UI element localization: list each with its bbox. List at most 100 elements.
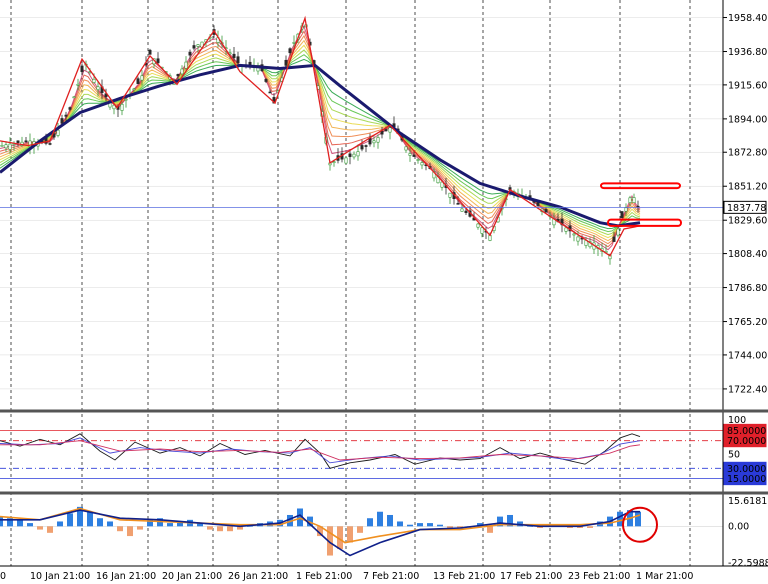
candle-body-414	[412, 154, 416, 157]
macd-tick-bottom: -22.5988	[728, 558, 768, 569]
candle-body-238	[236, 56, 240, 64]
time-tick-7: 13 Feb 21:00	[433, 571, 495, 582]
price-tick-5: 1851.20	[728, 182, 767, 193]
candle-body-334	[332, 161, 336, 163]
candle-body-182	[180, 68, 184, 75]
candle-body-450	[448, 192, 452, 198]
histogram-bar-21	[207, 526, 213, 530]
histogram-bar-12	[117, 526, 123, 532]
time-tick-3: 20 Jan 21:00	[162, 571, 222, 582]
candle-body-478	[476, 223, 480, 228]
time-tick-8: 17 Feb 21:00	[500, 571, 562, 582]
candle-body-290	[288, 48, 292, 54]
histogram-bar-7	[67, 513, 73, 527]
candle-body-354	[352, 153, 356, 158]
candle-body-614	[612, 236, 616, 242]
trading-chart[interactable]: 1958.40 1936.80 1915.60 1894.00 1872.80 …	[0, 0, 768, 584]
candle-body-142	[140, 75, 144, 81]
histogram-bar-23	[227, 526, 233, 532]
candle-body-126	[124, 98, 128, 101]
candle-body-634	[632, 197, 636, 203]
candle-body-466	[464, 210, 468, 213]
time-tick-5: 1 Feb 21:00	[296, 571, 352, 582]
candle-body-198	[196, 44, 200, 47]
candle-body-618	[616, 228, 620, 236]
candle-body-98	[96, 86, 100, 90]
candle-body-234	[232, 53, 236, 59]
candle-body-346	[344, 157, 348, 164]
histogram-bar-11	[107, 521, 113, 527]
candle-body-82	[80, 65, 84, 72]
candle-body-370	[368, 137, 372, 145]
candle-body-410	[408, 153, 412, 156]
candle-body-286	[284, 59, 288, 66]
histogram-bar-43	[427, 523, 433, 527]
candle-body-158	[156, 58, 160, 64]
macd-tick-zero: 0.00	[728, 521, 749, 532]
candle-body-538	[536, 202, 540, 206]
histogram-bar-2	[17, 519, 23, 527]
price-tick-4: 1872.80	[728, 148, 767, 159]
candle-body-622	[620, 211, 624, 219]
price-tick-0: 1958.40	[728, 13, 767, 24]
candle-body-190	[188, 51, 192, 56]
time-tick-9: 23 Feb 21:00	[568, 571, 630, 582]
histogram-bar-42	[417, 523, 423, 527]
candle-body-74	[72, 96, 76, 99]
time-tick-6: 7 Feb 21:00	[363, 571, 419, 582]
candle-body-94	[92, 78, 96, 83]
candle-body-630	[628, 197, 632, 203]
candle-body-138	[136, 78, 140, 84]
histogram-bar-35	[347, 526, 353, 543]
candle-body-2	[0, 145, 4, 147]
level-70-badge: 70.0000	[727, 436, 766, 447]
candle-body-266	[264, 79, 268, 82]
price-tick-11: 1722.40	[728, 384, 767, 395]
histogram-bar-40	[397, 521, 403, 527]
candle-body-458	[456, 203, 460, 205]
histogram-bar-13	[127, 526, 133, 537]
candle-body-62	[60, 118, 64, 124]
candle-body-574	[572, 233, 576, 236]
candle-body-626	[624, 207, 628, 212]
current-price-badge: 1837.78	[727, 203, 766, 214]
candle-body-350	[348, 153, 352, 157]
candle-body-150	[148, 49, 152, 55]
histogram-bar-22	[217, 526, 223, 532]
rsi-tick-50: 50	[728, 450, 740, 461]
candle-body-578	[576, 236, 580, 242]
candle-body-6	[4, 144, 8, 149]
candle-body-78	[76, 83, 80, 86]
candle-body-566	[564, 227, 568, 232]
histogram-bar-44	[437, 524, 443, 527]
candle-body-18	[16, 140, 20, 144]
candle-body-362	[360, 145, 364, 150]
price-tick-6: 1829.60	[728, 216, 767, 227]
histogram-bar-9	[87, 511, 93, 527]
price-tick-8: 1786.80	[728, 283, 767, 294]
candle-body-270	[268, 91, 272, 94]
candle-body-58	[56, 129, 60, 136]
candle-body-386	[384, 129, 388, 132]
candle-body-482	[480, 227, 484, 234]
price-tick-7: 1808.40	[728, 249, 767, 260]
candle-body-418	[416, 159, 420, 161]
candle-body-10	[8, 143, 12, 150]
candle-body-406	[404, 146, 408, 151]
chart-background	[0, 0, 768, 584]
time-tick-4: 26 Jan 21:00	[228, 571, 288, 582]
price-tick-1: 1936.80	[728, 47, 767, 58]
histogram-bar-36	[357, 526, 363, 533]
time-tick-1: 10 Jan 21:00	[30, 571, 90, 582]
candle-body-50	[48, 143, 52, 145]
time-tick-2: 16 Jan 21:00	[96, 571, 156, 582]
candle-body-26	[24, 140, 28, 143]
candle-body-390	[388, 127, 392, 133]
price-tick-3: 1894.00	[728, 114, 767, 125]
candle-body-178	[176, 74, 180, 77]
candle-body-66	[64, 114, 68, 117]
histogram-bar-10	[97, 518, 103, 527]
candle-body-546	[544, 209, 548, 213]
candle-body-378	[376, 137, 380, 143]
candle-body-186	[184, 61, 188, 69]
